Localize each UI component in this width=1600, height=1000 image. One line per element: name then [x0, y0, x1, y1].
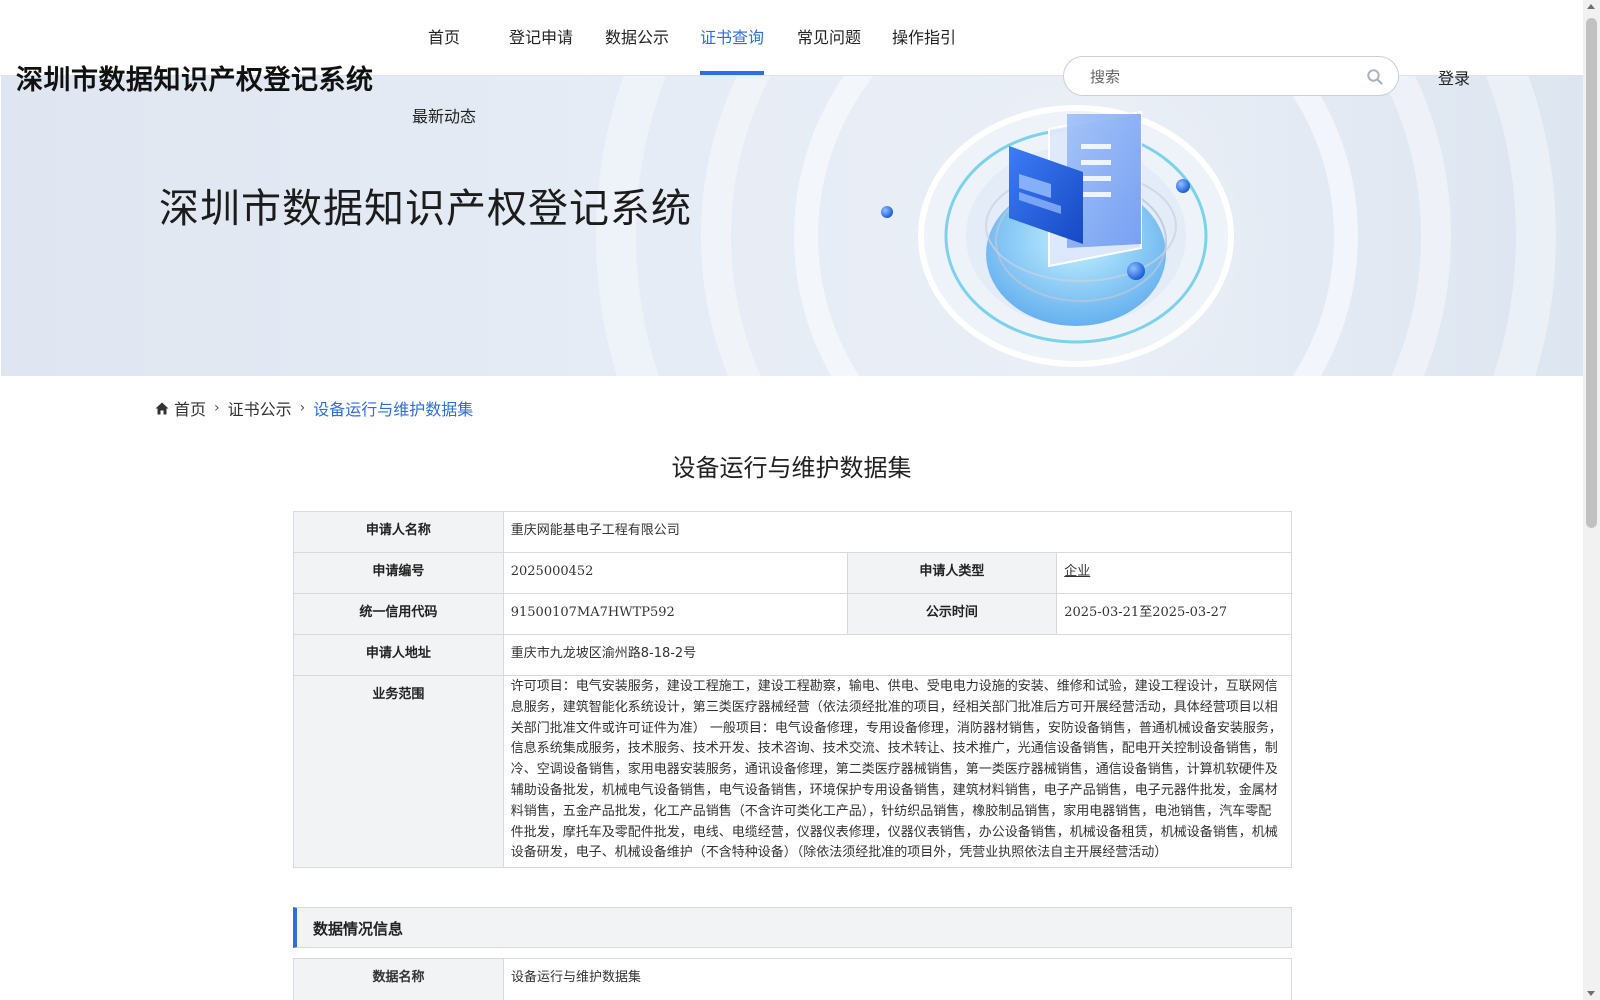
page-scrollbar[interactable] [1583, 0, 1600, 1000]
publicity-period-value: 2025-03-21至2025-03-27 [1056, 593, 1292, 635]
page-title: 设备运行与维护数据集 [671, 454, 912, 482]
applicant-type-label: 申请人类型 [846, 552, 1058, 594]
breadcrumb: 首页 › 证书公示 › 设备运行与维护数据集 [155, 396, 473, 420]
application-number-value: 2025000452 [502, 552, 848, 594]
table-row: 申请人地址 重庆市九龙坡区渝州路8-18-2号 [293, 634, 1293, 676]
chevron-right-icon: › [299, 400, 306, 416]
scroll-up-arrow-icon[interactable] [1587, 4, 1595, 9]
nav-item-guide[interactable]: 操作指引 [892, 24, 956, 48]
table-row: 统一信用代码 91500107MA7HWTP592 公示时间 2025-03-2… [293, 593, 1292, 635]
nav-item-home[interactable]: 首页 [428, 24, 460, 48]
nav-item-register-apply[interactable]: 登记申请 [509, 24, 573, 48]
application-number-label: 申请编号 [293, 552, 504, 594]
data-name-value: 设备运行与维护数据集 [503, 958, 1292, 1000]
nav-item-faq[interactable]: 常见问题 [797, 24, 861, 48]
chevron-right-icon: › [214, 400, 220, 416]
applicant-address-label: 申请人地址 [293, 634, 504, 676]
breadcrumb-current: 设备运行与维护数据集 [313, 400, 474, 419]
scroll-down-arrow-icon[interactable] [1587, 991, 1595, 996]
banner-title: 深圳市数据知识产权登记系统 [159, 186, 692, 232]
breadcrumb-certificate-publicity[interactable]: 证书公示 [228, 396, 292, 420]
table-row: 申请编号 2025000452 申请人类型 企业 [293, 552, 1292, 594]
applicant-type-link[interactable]: 企业 [1064, 564, 1090, 579]
data-info-section-header: 数据情况信息 [293, 907, 1292, 948]
search-icon[interactable] [1366, 68, 1384, 86]
credit-code-value: 91500107MA7HWTP592 [502, 593, 848, 635]
table-row: 申请人名称 重庆网能基电子工程有限公司 [293, 511, 1293, 553]
hero-banner: 深圳市数据知识产权登记系统 [1, 76, 1583, 376]
home-icon [155, 402, 169, 414]
search-input[interactable] [1090, 66, 1350, 88]
data-name-label: 数据名称 [293, 958, 504, 1000]
applicant-name-value: 重庆网能基电子工程有限公司 [502, 511, 1293, 553]
scrollbar-thumb[interactable] [1586, 18, 1597, 528]
breadcrumb-home[interactable]: 首页 [174, 396, 206, 420]
nav-item-certificate-query[interactable]: 证书查询 [700, 24, 764, 48]
table-row: 数据名称 设备运行与维护数据集 [293, 958, 1292, 1000]
search-box [1063, 56, 1399, 96]
credit-code-label: 统一信用代码 [293, 593, 504, 635]
nav-active-indicator [700, 71, 764, 75]
nav-item-data-publicity[interactable]: 数据公示 [605, 24, 669, 48]
login-link[interactable]: 登录 [1438, 65, 1470, 89]
business-scope-value: 许可项目：电气安装服务，建设工程施工，建设工程勘察，输电、供电、受电电力设施的安… [502, 674, 1293, 869]
applicant-name-label: 申请人名称 [293, 511, 504, 553]
publicity-period-label: 公示时间 [846, 593, 1058, 635]
applicant-info-table: 申请人名称 重庆网能基电子工程有限公司 申请编号 2025000452 申请人类… [293, 511, 1293, 869]
applicant-address-value: 重庆市九龙坡区渝州路8-18-2号 [502, 634, 1293, 676]
table-row: 业务范围 许可项目：电气安装服务，建设工程施工，建设工程勘察，输电、供电、受电电… [293, 674, 1293, 869]
data-info-table: 数据名称 设备运行与维护数据集 [293, 958, 1292, 1000]
business-scope-label: 业务范围 [293, 674, 504, 869]
site-title[interactable]: 深圳市数据知识产权登记系统 [16, 58, 374, 97]
nav-item-news[interactable]: 最新动态 [412, 103, 476, 127]
